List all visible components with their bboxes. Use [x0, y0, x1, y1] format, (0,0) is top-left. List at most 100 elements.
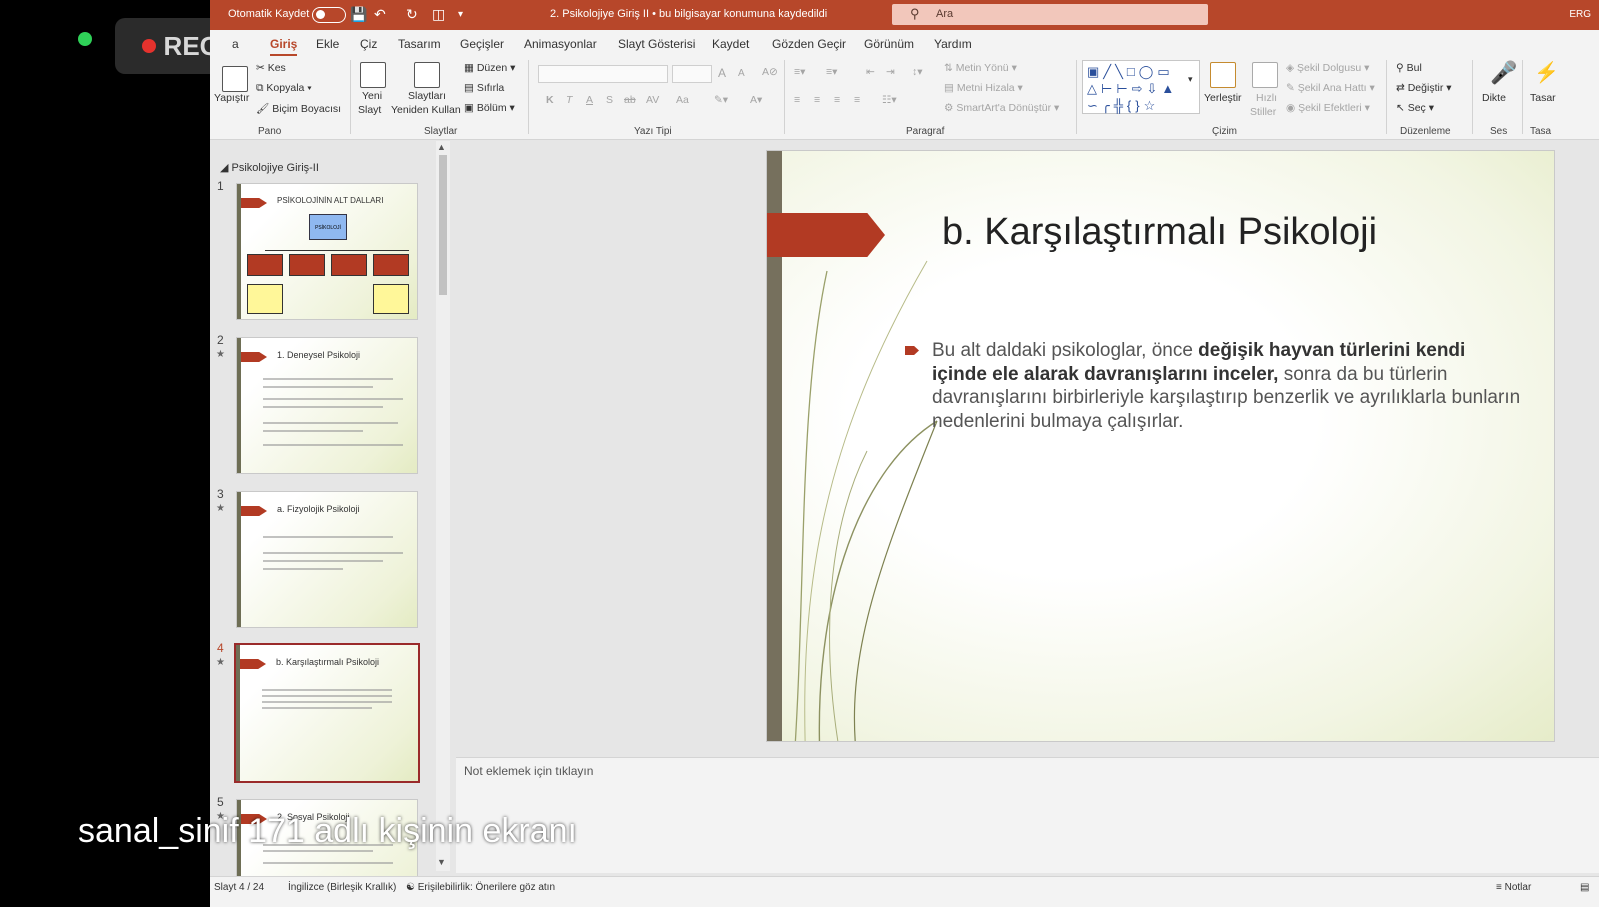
tab-review[interactable]: Gözden Geçir: [772, 37, 846, 51]
scroll-down-icon[interactable]: ▼: [437, 857, 446, 867]
align-center-icon[interactable]: ≡: [814, 94, 820, 106]
replace-button[interactable]: ⇄ Değiştir ▾: [1396, 82, 1452, 94]
tab-draw[interactable]: Çiz: [360, 37, 377, 51]
reuse-slides-button[interactable]: Slaytları: [408, 90, 446, 102]
align-right-icon[interactable]: ≡: [834, 94, 840, 106]
present-icon[interactable]: ◫: [432, 6, 445, 23]
cut-button[interactable]: ✂ Kes: [256, 62, 286, 74]
shapes-gallery[interactable]: ▣╱╲□◯▭ △⊢⊢⇨⇩▲ ∽╭╬{}☆: [1082, 60, 1200, 114]
tab-view[interactable]: Görünüm: [864, 37, 914, 51]
font-family-select[interactable]: [538, 65, 668, 83]
autosave-label: Otomatik Kaydet: [228, 8, 310, 20]
section-header[interactable]: ◢ Psikolojiye Giriş-II: [220, 161, 319, 174]
thumb-text-line: [262, 695, 392, 697]
tab-transitions[interactable]: Geçişler: [460, 37, 504, 51]
designer-icon: ⚡: [1534, 62, 1559, 84]
layout-button[interactable]: ▦ Düzen ▾: [464, 62, 515, 74]
normal-view-icon[interactable]: ▤: [1580, 882, 1589, 893]
slide-thumbnail-2[interactable]: 1. Deneysel Psikoloji: [236, 337, 418, 474]
shapes-more-icon[interactable]: ▾: [1188, 74, 1193, 85]
autosave-toggle[interactable]: [312, 7, 346, 23]
undo-icon[interactable]: ↶: [374, 6, 386, 23]
designer-button[interactable]: Tasar: [1530, 92, 1556, 104]
slide-thumbnail-1[interactable]: PSİKOLOJİNİN ALT DALLARI PSİKOLOJİ: [236, 183, 418, 320]
search-icon: ⚲: [910, 6, 920, 21]
slide-thumbnail-4[interactable]: b. Karşılaştırmalı Psikoloji: [234, 643, 420, 783]
grow-font-button[interactable]: A: [718, 66, 726, 80]
user-initials[interactable]: ERG: [1569, 9, 1591, 20]
tab-design[interactable]: Tasarım: [398, 37, 441, 51]
numbering-icon[interactable]: ≡▾: [826, 66, 837, 78]
shape-fill-button[interactable]: ◈ Şekil Dolgusu ▾: [1286, 62, 1369, 74]
search-input[interactable]: ⚲ Ara: [892, 4, 1208, 25]
smartart-button[interactable]: ⚙ SmartArt'a Dönüştür ▾: [944, 102, 1059, 114]
quick-styles-button-line2[interactable]: Stiller: [1250, 106, 1276, 118]
align-left-icon[interactable]: ≡: [794, 94, 800, 106]
font-size-select[interactable]: [672, 65, 712, 83]
divider: [1522, 60, 1523, 134]
scrollbar-thumb[interactable]: [439, 155, 447, 295]
tab-file[interactable]: a: [232, 37, 239, 51]
group-label-pano: Pano: [258, 126, 282, 137]
increase-indent-icon[interactable]: ⇥: [886, 66, 895, 78]
reuse-slides-button-line2[interactable]: Yeniden Kullan: [391, 104, 461, 116]
new-slide-button[interactable]: Yeni: [362, 90, 382, 102]
justify-icon[interactable]: ≡: [854, 94, 860, 106]
save-icon[interactable]: 💾: [350, 6, 367, 23]
tab-record[interactable]: Kaydet: [712, 37, 749, 51]
thumbnail-number: 5: [217, 795, 224, 809]
reset-button[interactable]: ▤ Sıfırla: [464, 82, 504, 94]
tab-insert[interactable]: Ekle: [316, 37, 339, 51]
title-bar: Otomatik Kaydet 💾 ↶ ↻ ◫ ▾ 2. Psikolojiye…: [210, 0, 1599, 30]
tab-home[interactable]: Giriş: [270, 37, 298, 56]
decrease-indent-icon[interactable]: ⇤: [866, 66, 875, 78]
notes-pane[interactable]: Not eklemek için tıklayın: [456, 757, 1599, 873]
slide-canvas[interactable]: b. Karşılaştırmalı Psikoloji Bu alt dald…: [766, 150, 1555, 742]
paste-button[interactable]: Yapıştır: [214, 92, 249, 104]
format-painter-button[interactable]: 🖌 Biçim Boyacısı: [256, 102, 341, 115]
document-title[interactable]: 2. Psikolojiye Giriş II • bu bilgisayar …: [550, 8, 827, 20]
slide-body-text[interactable]: Bu alt daldaki psikologlar, önce değişik…: [932, 339, 1522, 433]
tab-help[interactable]: Yardım: [934, 37, 972, 51]
arrange-button[interactable]: Yerleştir: [1204, 92, 1242, 104]
thumbnails-scrollbar[interactable]: ▲ ▼: [436, 141, 450, 871]
scroll-up-icon[interactable]: ▲: [437, 142, 446, 152]
dictate-button[interactable]: Dikte: [1482, 92, 1506, 104]
text-direction-button[interactable]: ⇅ Metin Yönü ▾: [944, 62, 1017, 74]
shrink-font-button[interactable]: A: [738, 68, 745, 79]
slide-title[interactable]: b. Karşılaştırmalı Psikoloji: [942, 211, 1377, 254]
select-button[interactable]: ↖ Seç ▾: [1396, 102, 1434, 114]
bullets-icon[interactable]: ≡▾: [794, 66, 805, 78]
line-spacing-icon[interactable]: ↕▾: [912, 66, 923, 78]
clear-format-icon[interactable]: A⊘: [762, 66, 778, 78]
divider: [528, 60, 529, 134]
italic-button[interactable]: T: [566, 94, 572, 106]
section-button[interactable]: ▣ Bölüm ▾: [464, 102, 515, 114]
group-label-duzenleme: Düzenleme: [1400, 126, 1451, 137]
thumb-title: PSİKOLOJİNİN ALT DALLARI: [277, 196, 384, 205]
tab-slideshow[interactable]: Slayt Gösterisi: [618, 37, 695, 51]
underline-button[interactable]: A: [586, 94, 593, 106]
language-indicator[interactable]: İngilizce (Birleşik Krallık): [288, 882, 396, 893]
shape-outline-button[interactable]: ✎ Şekil Ana Hattı ▾: [1286, 82, 1375, 94]
notes-button[interactable]: ≡ Notlar: [1496, 882, 1531, 893]
tab-animations[interactable]: Animasyonlar: [524, 37, 597, 51]
strikethrough-button[interactable]: ab: [624, 94, 636, 106]
highlight-icon[interactable]: ✎▾: [714, 94, 728, 106]
font-color-icon[interactable]: A▾: [750, 94, 762, 106]
copy-button[interactable]: ⧉ Kopyala ▾: [256, 82, 312, 95]
change-case-button[interactable]: Aa: [676, 94, 689, 106]
quick-styles-button[interactable]: Hızlı: [1256, 92, 1277, 104]
find-button[interactable]: ⚲ Bul: [1396, 62, 1422, 74]
redo-icon[interactable]: ↻: [406, 6, 418, 23]
shape-effects-button[interactable]: ◉ Şekil Efektleri ▾: [1286, 102, 1370, 114]
new-slide-button-line2[interactable]: Slayt: [358, 104, 381, 116]
columns-icon[interactable]: ☷▾: [882, 94, 897, 106]
align-text-button[interactable]: ▤ Metni Hizala ▾: [944, 82, 1023, 94]
slide-thumbnail-3[interactable]: a. Fizyolojik Psikoloji: [236, 491, 418, 628]
shadow-button[interactable]: S: [606, 94, 613, 106]
customize-toolbar-icon[interactable]: ▾: [458, 9, 463, 20]
char-spacing-button[interactable]: AV: [646, 94, 659, 106]
accessibility-button[interactable]: ☯ Erişilebilirlik: Önerilere göz atın: [406, 882, 555, 893]
bold-button[interactable]: K: [546, 94, 554, 106]
